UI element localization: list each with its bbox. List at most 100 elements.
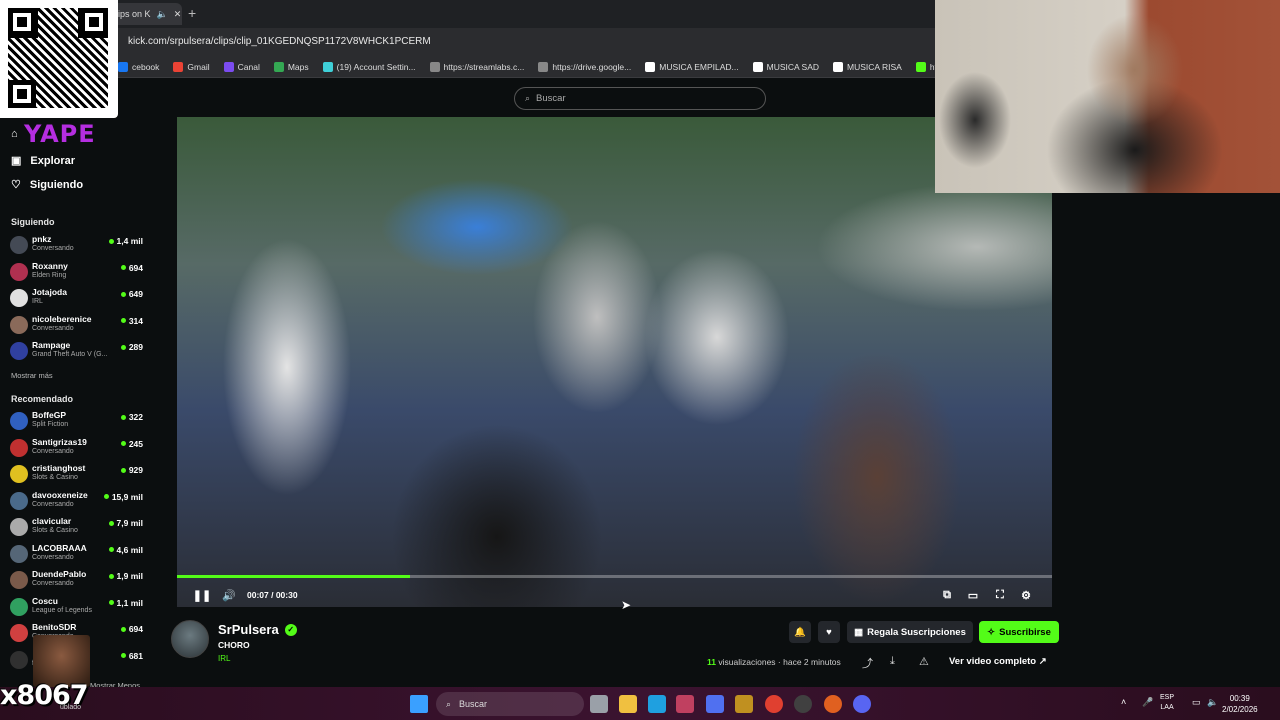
- sidebar-channel-item[interactable]: nicoleberenice Conversando 314: [10, 313, 146, 339]
- channel-avatar: [10, 262, 28, 281]
- viewer-count: 245: [121, 439, 143, 449]
- channel-avatar: [10, 465, 28, 483]
- copilot-icon[interactable]: [706, 695, 724, 713]
- chrome-icon[interactable]: [765, 695, 783, 713]
- bookmark-label: Gmail: [187, 61, 210, 72]
- nav-siguiendo[interactable]: ♡ Siguiendo: [11, 178, 84, 192]
- follow-heart-button[interactable]: ♥: [818, 621, 840, 643]
- app-icon[interactable]: [676, 695, 694, 713]
- bookmark-icon: [429, 61, 440, 72]
- channel-name: BenitoSDR: [32, 622, 77, 632]
- sidebar-channel-item[interactable]: Santigrizas19 Conversando 245: [10, 436, 146, 462]
- settings-icon[interactable]: ⚙: [1018, 587, 1034, 603]
- bookmark-item[interactable]: Canal: [223, 61, 260, 72]
- search-icon: ⌕: [525, 93, 531, 103]
- gift-subs-label: Regala Suscripciones: [867, 626, 966, 638]
- bookmark-item[interactable]: cebook: [118, 61, 159, 72]
- lang-top: ESP: [1160, 694, 1175, 701]
- bookmark-label: (19) Account Settin...: [336, 61, 416, 72]
- nav-label: Siguiendo: [29, 178, 84, 191]
- chrome-profile-icon[interactable]: [824, 695, 842, 713]
- sidebar-channel-item[interactable]: LACOBRAAA Conversando 4,6 mil: [10, 542, 146, 568]
- bookmark-item[interactable]: https://drive.google...: [538, 61, 631, 72]
- bookmark-icon: [322, 61, 333, 72]
- bookmark-item[interactable]: MUSICA EMPILAD...: [645, 61, 739, 72]
- viewer-count: 694: [121, 263, 143, 273]
- bookmark-icon: [273, 61, 284, 72]
- heart-icon: ♥: [826, 626, 832, 638]
- sidebar-channel-item[interactable]: clavicular Slots & Casino 7,9 mil: [10, 515, 146, 541]
- bookmark-item[interactable]: https://kick.com/jef: [915, 61, 936, 72]
- sidebar-channel-item[interactable]: pnkz Conversando 1,4 mil: [10, 233, 146, 259]
- channel-name-row[interactable]: SrPulsera ✓: [218, 622, 297, 637]
- chevron-up-icon[interactable]: ˄: [1121, 697, 1126, 707]
- network-icon[interactable]: ▭: [1192, 697, 1201, 708]
- bookmark-item[interactable]: Gmail: [173, 61, 210, 72]
- channel-avatar: [10, 236, 28, 254]
- files-icon[interactable]: [619, 695, 637, 713]
- sidebar-channel-item[interactable]: Jotajoda IRL 649: [10, 286, 146, 312]
- language-indicator[interactable]: ESP LAA: [1160, 693, 1174, 713]
- taskbar-clock[interactable]: 00:39 2/02/2026: [1222, 693, 1258, 715]
- sidebar-channel-item[interactable]: BoffeGP Split Fiction 322: [10, 409, 146, 435]
- fullscreen-icon[interactable]: ⛶: [992, 587, 1008, 603]
- bookmark-item[interactable]: (19) Account Settin...: [322, 61, 416, 72]
- address-bar[interactable]: kick.com/srpulsera/clips/clip_01KGEDNQSP…: [128, 36, 431, 47]
- search-input[interactable]: ⌕ Buscar: [514, 87, 766, 110]
- windows-icon[interactable]: [410, 695, 428, 713]
- speaker-icon[interactable]: 🔈: [157, 9, 168, 20]
- obs-icon[interactable]: [794, 695, 812, 713]
- miniplayer-icon[interactable]: ⧉: [939, 587, 955, 603]
- report-icon[interactable]: ⚠: [919, 655, 929, 668]
- sidebar-channel-item[interactable]: Roxanny Elden Ring 694: [10, 260, 146, 286]
- close-tab-icon[interactable]: ✕: [174, 9, 182, 20]
- download-icon[interactable]: ⤓: [890, 655, 895, 668]
- views-label: visualizaciones: [718, 657, 776, 667]
- show-more-link[interactable]: Mostrar más: [11, 371, 53, 380]
- full-video-link[interactable]: Ver video completo ↗: [949, 656, 1047, 667]
- viewer-count: 1,1 mil: [109, 598, 143, 608]
- bookmark-item[interactable]: Maps: [273, 61, 309, 72]
- taskbar-search[interactable]: ⌕ Buscar: [436, 692, 584, 716]
- qr-finder: [8, 8, 36, 36]
- browser-tab[interactable]: ips on K 🔈 ✕: [110, 3, 182, 25]
- bookmark-item[interactable]: https://streamlabs.c...: [429, 61, 524, 72]
- gift-subs-button[interactable]: ▦ Regala Suscripciones: [847, 621, 973, 643]
- progress-bar[interactable]: [177, 575, 1052, 578]
- game-icon[interactable]: [735, 695, 753, 713]
- subscribe-button[interactable]: ✧ Suscribirse: [979, 621, 1059, 643]
- speaker-icon[interactable]: 🔈: [1207, 697, 1218, 708]
- mic-icon[interactable]: 🎤: [1142, 697, 1153, 708]
- channel-name: davooxeneize: [32, 489, 88, 500]
- taskview-icon[interactable]: [590, 695, 608, 713]
- sidebar-channel-item[interactable]: DuendePablo Conversando 1,9 mil: [10, 568, 146, 594]
- sidebar-channel-item[interactable]: Rampage Grand Theft Auto V (G... 289: [10, 339, 146, 365]
- bookmark-icon: [118, 61, 128, 72]
- home-icon[interactable]: ⌂: [11, 128, 18, 140]
- channel-avatar: [10, 518, 28, 536]
- qr-finder: [80, 8, 108, 36]
- video-player[interactable]: [177, 117, 1052, 607]
- new-tab-button[interactable]: +: [188, 5, 196, 21]
- notification-bell-button[interactable]: 🔔: [789, 621, 811, 643]
- bookmark-item[interactable]: MUSICA RISA: [833, 61, 902, 72]
- clip-category[interactable]: IRL: [218, 654, 230, 663]
- channel-avatar[interactable]: [171, 620, 209, 658]
- share-icon[interactable]: ⤴: [862, 655, 873, 671]
- discord-icon[interactable]: [853, 695, 871, 713]
- recommended-title: Recomendado: [11, 394, 74, 404]
- channel-name: BoffeGP: [32, 410, 66, 420]
- sidebar-channel-item[interactable]: davooxeneize Conversando 15,9 mil: [10, 489, 146, 515]
- sidebar-channel-item[interactable]: cristianghost Slots & Casino 929: [10, 462, 146, 488]
- bookmark-label: MUSICA EMPILAD...: [659, 61, 739, 72]
- bookmark-label: Canal: [237, 61, 260, 72]
- pause-icon[interactable]: ❚❚: [193, 587, 211, 603]
- volume-icon[interactable]: 🔊: [221, 587, 237, 603]
- sidebar-channel-item[interactable]: Coscu League of Legends 1,1 mil: [10, 595, 146, 621]
- nav-explorar[interactable]: ▣ Explorar: [11, 154, 75, 168]
- channel-name: Roxanny: [32, 260, 68, 271]
- search-icon: ⌕: [446, 698, 452, 709]
- theater-icon[interactable]: ▭: [965, 587, 981, 603]
- bookmark-item[interactable]: MUSICA SAD: [752, 61, 819, 72]
- edge-icon[interactable]: [648, 695, 666, 713]
